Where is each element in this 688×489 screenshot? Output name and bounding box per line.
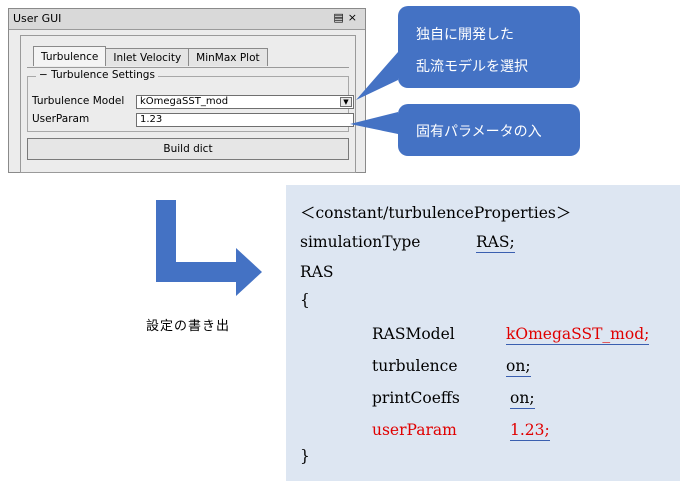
callout-param: 固有パラメータの入 [398, 104, 580, 156]
callout-model: 独自に開発した 乱流モデルを選択 [398, 6, 580, 88]
export-arrow-icon [156, 200, 262, 296]
export-caption: 設定の書き出 [146, 319, 231, 334]
simulation-type-key: simulationType [300, 233, 421, 251]
simulation-type-value: RAS; [476, 233, 515, 253]
print-coeffs-value: on; [510, 389, 535, 409]
ras-model-key: RASModel [372, 325, 455, 343]
turbulence-key: turbulence [372, 357, 458, 375]
callout-pointer-1 [356, 52, 398, 100]
callout-model-line2: 乱流モデルを選択 [416, 59, 528, 75]
print-coeffs-key: printCoeffs [372, 389, 460, 407]
user-param-dict-value: 1.23; [510, 421, 550, 441]
callout-model-line1: 独自に開発した [416, 27, 514, 43]
ras-model-value: kOmegaSST_mod; [506, 325, 650, 345]
callout-pointer-2 [350, 112, 398, 134]
open-brace: { [300, 291, 310, 309]
turbulence-value: on; [506, 357, 531, 377]
user-param-key: userParam [372, 421, 457, 439]
close-brace: } [300, 447, 310, 465]
dict-header: ＜constant/turbulenceProperties＞ [300, 204, 572, 222]
turbulence-properties-dict: ＜constant/turbulenceProperties＞ simulati… [286, 185, 680, 481]
ras-key: RAS [300, 263, 334, 281]
callout-param-line1: 固有パラメータの入 [416, 124, 542, 140]
